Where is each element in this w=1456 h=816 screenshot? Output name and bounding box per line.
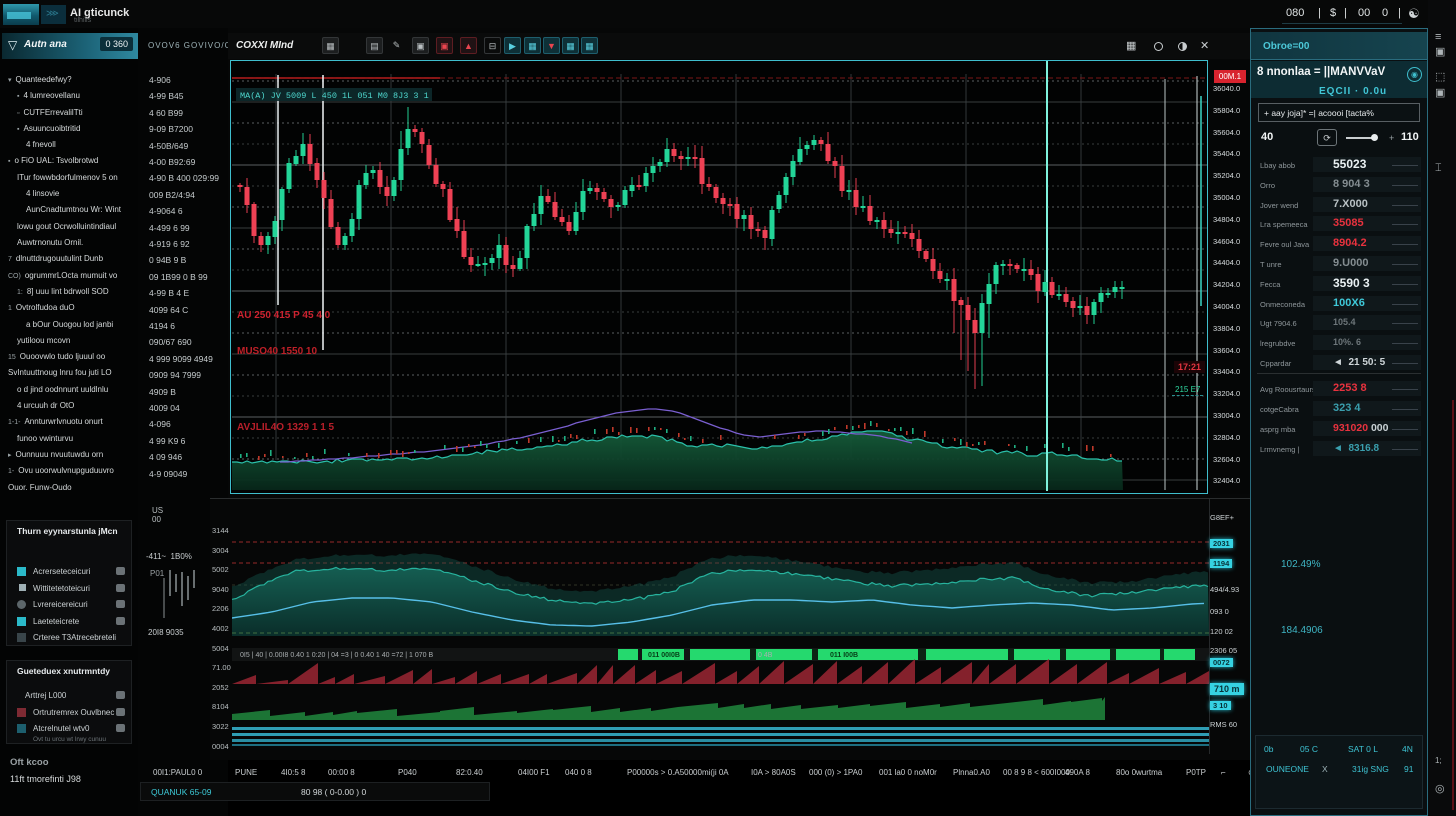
svg-text:011 00I0B: 011 00I0B	[648, 652, 680, 659]
svg-text:MUSO40 1550 10: MUSO40 1550 10	[237, 346, 317, 357]
svg-text:MA(A) JV 5009 L 450 1L 051 M0: MA(A) JV 5009 L 450 1L 051 M0 8J3 3 1	[240, 91, 429, 101]
svg-text:0 4B: 0 4B	[758, 652, 773, 659]
svg-text:0I5 | 40 | 0.00I8 0.40: 0I5 | 40 | 0.00I8 0.40 1 0:20 | 04 =3 | …	[240, 652, 434, 659]
svg-text:AU 250 415 P 45 4 0: AU 250 415 P 45 4 0	[237, 310, 331, 321]
svg-text:AVJLIL4O 1329 1 1 5: AVJLIL4O 1329 1 1 5	[237, 422, 335, 433]
svg-text:P01: P01	[150, 569, 165, 578]
svg-text:011 I00B: 011 I00B	[830, 652, 858, 659]
